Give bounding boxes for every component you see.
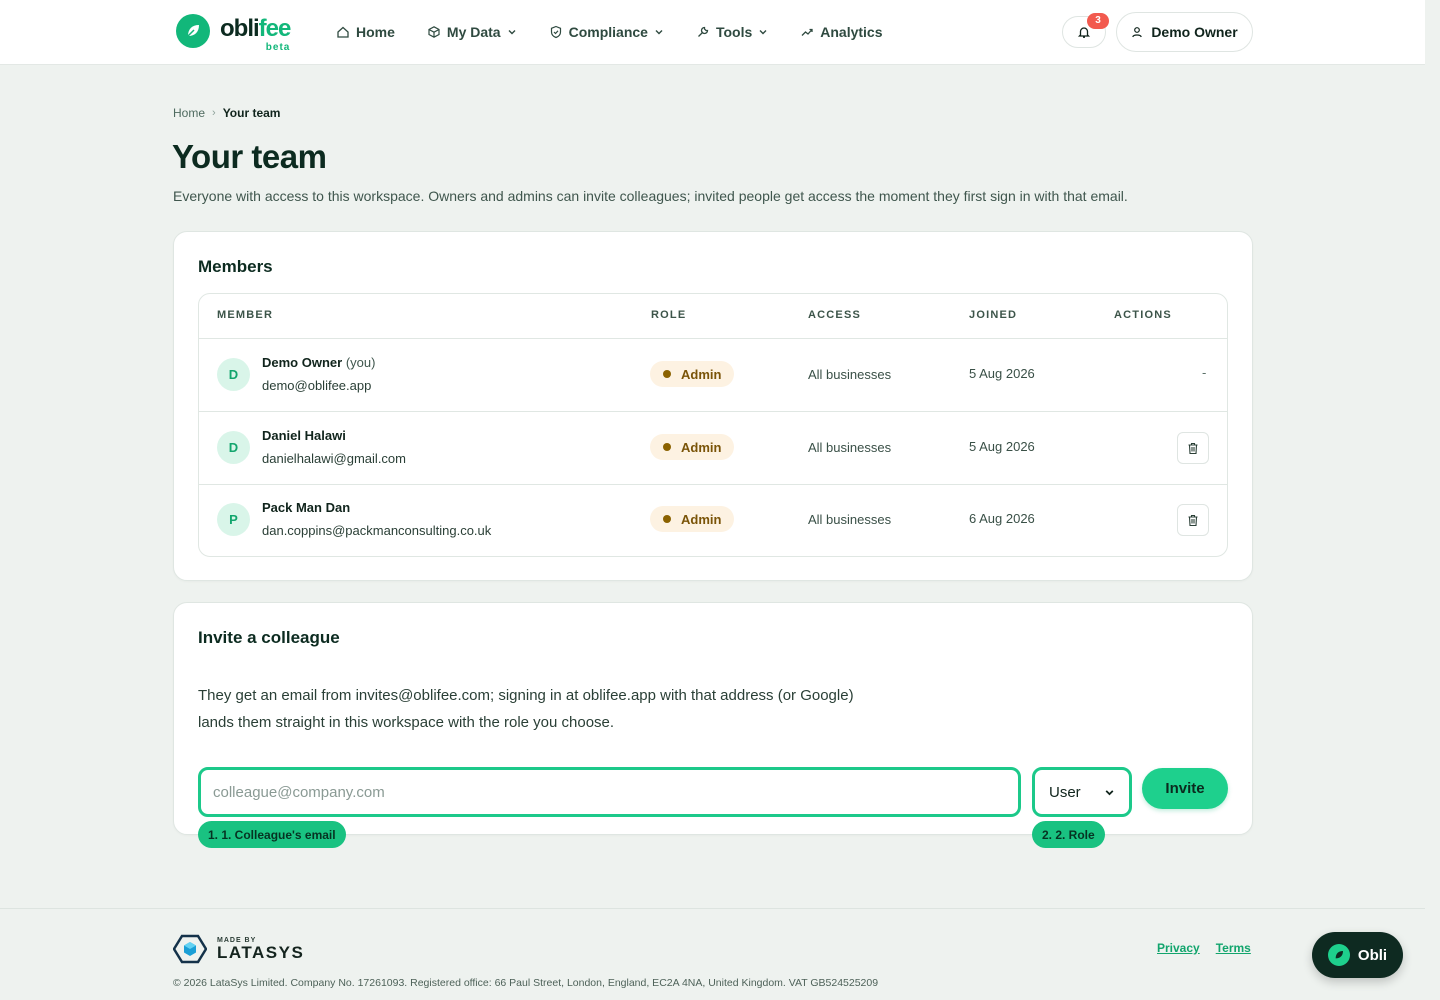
table-row: D Demo Owner (you) demo@oblifee.app Admi… [199,339,1227,412]
no-action-dash: - [1202,365,1207,380]
oblifee-logo[interactable]: oblifee beta [176,14,291,53]
chevron-down-icon [759,30,767,35]
member-access: All businesses [808,367,892,382]
chevron-down-icon [1105,789,1114,795]
invite-description: They get an email from invites@oblifee.c… [198,687,854,731]
shield-icon [550,25,561,39]
role-badge: Admin [650,434,735,460]
trend-up-icon [801,28,813,36]
colleague-email-input[interactable] [198,767,1021,817]
table-row: D Daniel Halawi danielhalawi@gmail.com A… [199,412,1227,485]
member-name: Daniel Halawi [262,428,346,443]
obli-assistant-button[interactable]: Obli [1312,932,1403,978]
member-joined: 6 Aug 2026 [969,511,1035,526]
footer-divider [0,908,1425,909]
invite-card: Invite a colleague They get an email fro… [173,602,1253,848]
invite-title: Invite a colleague [198,628,340,647]
beta-label: beta [265,42,291,53]
member-joined: 5 Aug 2026 [969,439,1035,454]
member-email: dan.coppins@packmanconsulting.co.uk [262,523,492,538]
column-header-member: MEMBER [217,309,274,321]
member-joined: 5 Aug 2026 [969,366,1035,381]
member-access: All businesses [808,512,892,527]
privacy-link[interactable]: Privacy [1157,941,1200,955]
trash-icon [1188,514,1198,526]
role-badge: Admin [650,361,735,387]
home-icon [337,26,349,38]
member-email: demo@oblifee.app [262,378,372,393]
nav-my-data[interactable]: My Data [427,20,517,44]
role-dot [663,515,671,523]
column-header-joined: JOINED [969,309,1018,321]
breadcrumb: Home › Your team [173,106,280,120]
role-badge: Admin [650,506,735,532]
leaf-icon [1327,944,1350,966]
footer-links: Privacy Terms [1157,941,1267,955]
page-subtitle: Everyone with access to this workspace. … [173,188,1128,204]
logo-wordmark: oblifee beta [220,15,291,53]
breadcrumb-current: Your team [222,106,281,120]
wrench-icon [697,26,709,37]
invite-button[interactable]: Invite [1142,768,1228,809]
avatar: D [217,358,250,391]
role-select[interactable]: User [1032,767,1132,817]
obli-label: Obli [1357,946,1388,964]
user-menu-button[interactable]: Demo Owner [1116,12,1253,52]
nav-home-label: Home [356,24,395,40]
column-header-actions: ACTIONS [1114,309,1172,321]
nav-my-data-label: My Data [446,24,501,40]
notification-count-badge: 3 [1087,13,1109,29]
members-table: MEMBER ROLE ACCESS JOINED ACTIONS D Demo… [198,293,1228,557]
nav-compliance-label: Compliance [568,24,648,40]
nav-home[interactable]: Home [336,20,395,44]
breadcrumb-separator: › [212,107,216,119]
role-field-hint-tag: 2. 2. Role [1032,821,1105,848]
user-menu-label: Demo Owner [1151,24,1238,40]
role-select-value: User [1049,783,1081,801]
delete-member-button[interactable] [1177,432,1209,464]
legal-text: © 2026 LataSys Limited. Company No. 1726… [173,977,879,989]
latasys-logo[interactable]: MADE BY LATASYS [173,934,304,964]
main-nav: Home My Data Compliance Tools Analytics [336,20,915,44]
column-header-access: ACCESS [808,309,862,321]
nav-tools-label: Tools [715,24,753,40]
role-dot [663,370,671,378]
terms-link[interactable]: Terms [1216,941,1251,955]
nav-analytics-label: Analytics [820,24,883,40]
nav-analytics[interactable]: Analytics [800,20,883,44]
member-name: Demo Owner (you) [262,355,376,370]
chevron-down-icon [508,30,516,35]
latasys-wordmark: LATASYS [217,942,305,962]
members-title: Members [198,257,273,276]
page-title: Your team [172,138,327,175]
cube-icon [428,26,440,38]
nav-tools[interactable]: Tools [696,20,768,44]
delete-member-button[interactable] [1177,504,1209,536]
table-header: MEMBER ROLE ACCESS JOINED ACTIONS [199,294,1227,339]
role-dot [663,443,671,451]
hexagon-cube-icon [173,934,207,964]
user-icon [1132,27,1143,38]
top-navigation-bar: oblifee beta Home My Data Compliance Too… [0,0,1425,65]
trash-icon [1188,442,1198,454]
member-access: All businesses [808,440,892,455]
breadcrumb-home[interactable]: Home [173,106,205,120]
column-header-role: ROLE [651,309,687,321]
members-card: Members MEMBER ROLE ACCESS JOINED ACTION… [173,231,1253,581]
chevron-down-icon [655,30,663,35]
email-field-hint-tag: 1. 1. Colleague's email [198,821,346,848]
leaf-icon [176,14,210,48]
member-name: Pack Man Dan [262,500,351,515]
nav-compliance[interactable]: Compliance [549,20,664,44]
you-label: (you) [345,355,376,370]
avatar: D [217,431,250,464]
avatar: P [217,503,250,536]
member-email: danielhalawi@gmail.com [262,451,406,466]
table-row: P Pack Man Dan dan.coppins@packmanconsul… [199,484,1227,556]
